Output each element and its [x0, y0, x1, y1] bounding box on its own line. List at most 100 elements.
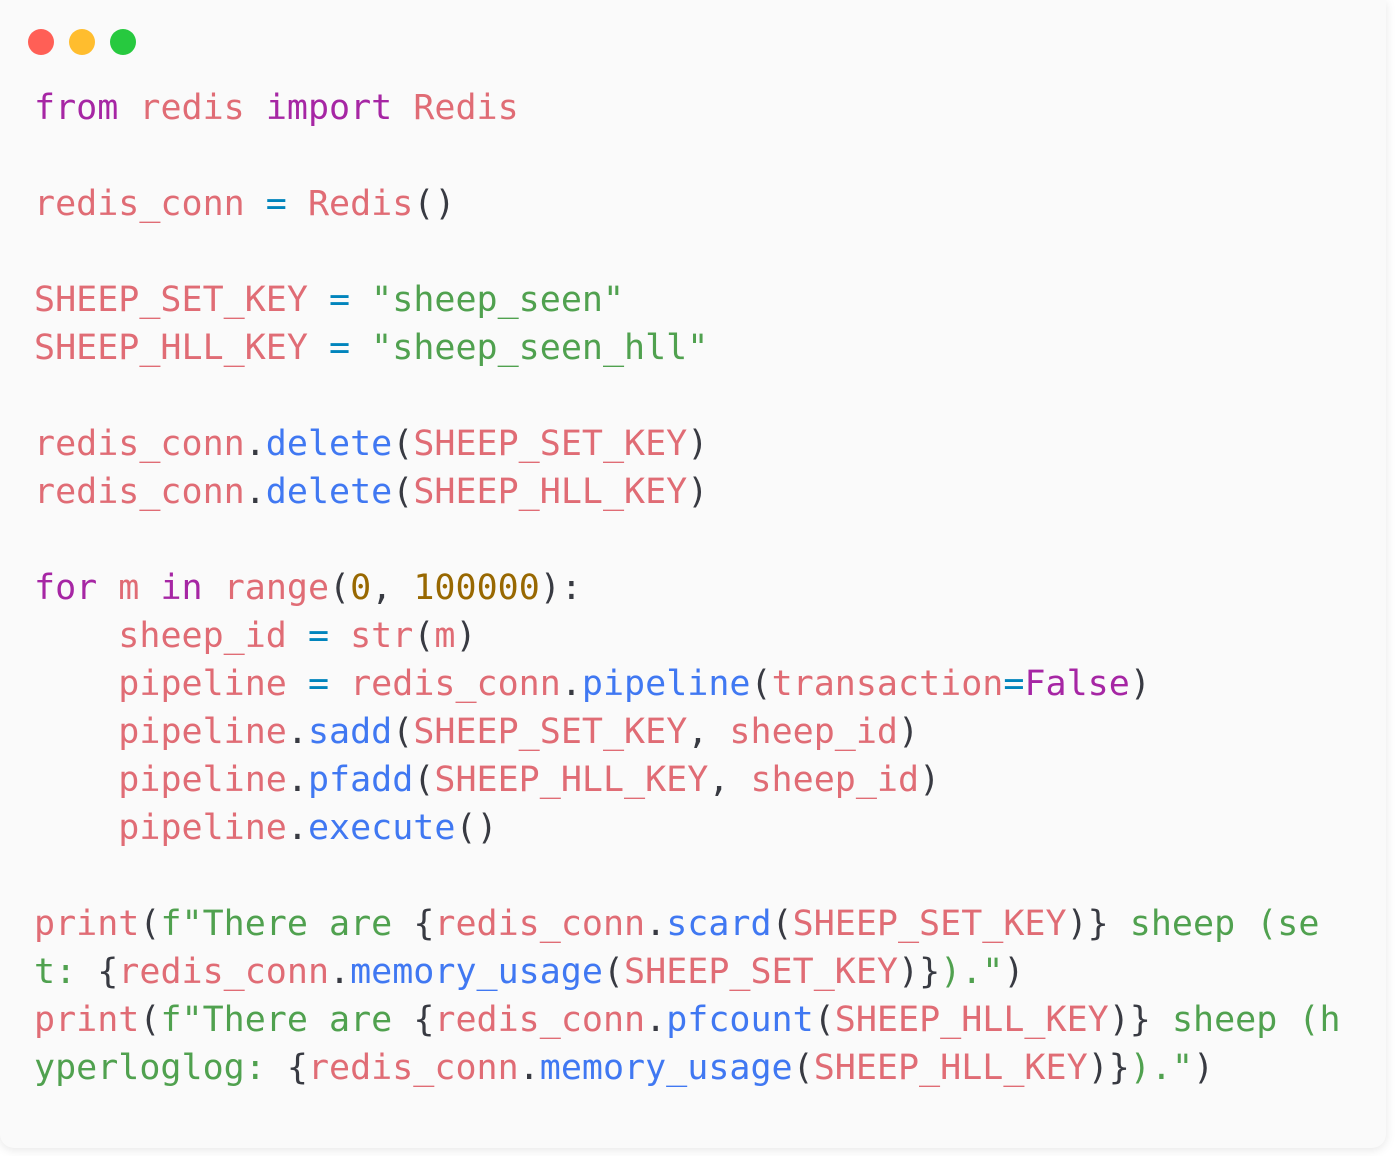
code-token: =: [307, 664, 330, 704]
code-token: "sheep_seen": [371, 280, 625, 320]
code-token: pfadd: [307, 760, 414, 800]
minimize-button[interactable]: [69, 29, 95, 55]
code-token: .: [645, 904, 667, 944]
code-token: 0: [350, 568, 372, 608]
code-token: pipeline: [118, 712, 287, 752]
code-token: (: [771, 904, 793, 944]
code-token: memory_usage: [350, 952, 603, 992]
code-token: SHEEP_SET_KEY: [413, 712, 688, 752]
code-token: in: [160, 568, 203, 608]
code-token: ): [1066, 904, 1088, 944]
code-token: pipeline: [118, 664, 287, 704]
code-token: redis: [139, 88, 245, 128]
code-token: ): [897, 952, 920, 992]
code-token: for: [34, 568, 98, 608]
code-token: redis_conn: [350, 664, 561, 704]
code-token: redis_conn: [434, 904, 646, 944]
code-token: SHEEP_SET_KEY: [624, 952, 898, 992]
code-token: ).": [1129, 1048, 1194, 1088]
code-token: (: [413, 760, 435, 800]
code-token: SHEEP_HLL_KEY: [834, 1000, 1109, 1040]
code-token: redis_conn: [434, 1000, 646, 1040]
code-token: {: [97, 952, 119, 992]
code-token: sheep_id: [118, 616, 287, 656]
code-token: .: [244, 424, 266, 464]
maximize-button[interactable]: [110, 29, 136, 55]
code-token: (: [413, 616, 435, 656]
code-token: (: [392, 712, 414, 752]
code-token: print: [34, 1000, 140, 1040]
code-token: .: [329, 952, 351, 992]
code-block[interactable]: from redis import Redis redis_conn = Red…: [34, 84, 1352, 1092]
code-token: =: [329, 328, 351, 368]
code-token: SHEEP_SET_KEY: [413, 424, 688, 464]
code-token: .: [518, 1048, 540, 1088]
code-token: (: [392, 424, 414, 464]
code-token: Redis: [413, 88, 519, 128]
code-token: (: [602, 952, 625, 992]
code-token: delete: [265, 424, 393, 464]
code-token: ): [1108, 1000, 1130, 1040]
code-token: .: [286, 712, 308, 752]
code-token: redis_conn: [34, 424, 245, 464]
code-token: m: [434, 616, 456, 656]
code-token: ): [687, 424, 709, 464]
code-token: delete: [265, 472, 393, 512]
code-token: range: [223, 568, 330, 608]
code-token: =: [329, 280, 351, 320]
code-token: (: [329, 568, 351, 608]
code-token: {: [413, 1000, 435, 1040]
code-token: redis_conn: [118, 952, 330, 992]
code-token: =: [1003, 664, 1025, 704]
code-token: m: [118, 568, 140, 608]
code-token: (: [139, 904, 161, 944]
code-token: sheep_id: [729, 712, 898, 752]
code-token: ): [898, 712, 920, 752]
code-token: =: [307, 616, 330, 656]
code-token: Redis: [307, 184, 414, 224]
code-token: ): [1087, 1048, 1109, 1088]
code-token: str: [350, 616, 414, 656]
code-token: from: [34, 88, 119, 128]
code-token: pipeline: [118, 808, 287, 848]
code-token: memory_usage: [539, 1048, 793, 1088]
code-token: sheep_id: [750, 760, 920, 800]
code-token: ,: [708, 760, 751, 800]
code-token: (): [455, 808, 498, 848]
code-token: 100000: [413, 568, 540, 608]
code-area[interactable]: from redis import Redis redis_conn = Red…: [0, 84, 1386, 1092]
code-token: .: [560, 664, 582, 704]
code-token: (: [392, 472, 414, 512]
code-token: redis_conn: [34, 472, 245, 512]
code-token: }: [1129, 1000, 1151, 1040]
code-token: }: [919, 952, 941, 992]
code-token: .: [244, 472, 266, 512]
code-token: SHEEP_HLL_KEY: [34, 328, 308, 368]
code-token: (: [813, 1000, 835, 1040]
code-token: f"There are: [160, 904, 414, 944]
window-titlebar: [0, 0, 1386, 84]
close-button[interactable]: [28, 29, 54, 55]
code-token: .: [286, 808, 308, 848]
code-token: (: [139, 1000, 161, 1040]
code-token: SHEEP_SET_KEY: [792, 904, 1067, 944]
code-window: from redis import Redis redis_conn = Red…: [0, 0, 1386, 1148]
code-token: sadd: [307, 712, 393, 752]
code-token: f"There are: [160, 1000, 414, 1040]
